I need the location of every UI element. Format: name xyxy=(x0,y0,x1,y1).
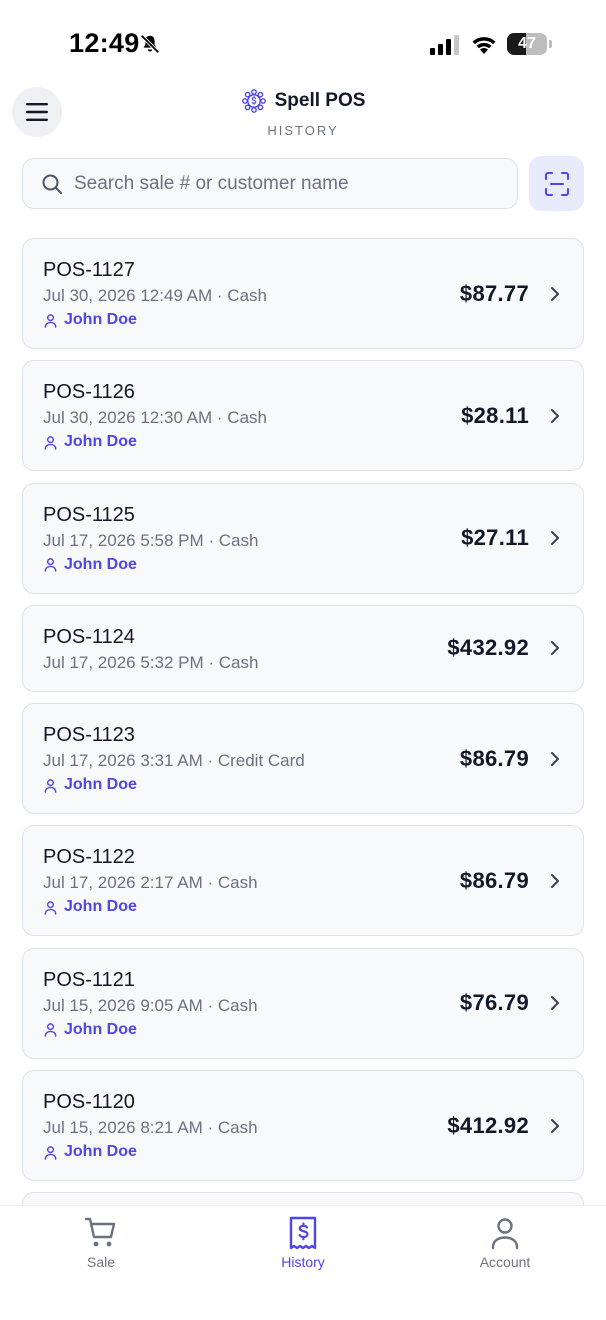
scan-button[interactable] xyxy=(529,156,584,211)
tab-account-label: Account xyxy=(479,1254,531,1270)
person-icon xyxy=(491,1218,519,1250)
tab-sale-label: Sale xyxy=(86,1254,116,1270)
chevron-right-icon xyxy=(551,996,559,1011)
sale-number: POS-1125 xyxy=(43,503,135,526)
status-bar: 12:49 47 xyxy=(0,0,606,80)
search-icon xyxy=(42,174,62,194)
battery-level: 47 xyxy=(518,35,536,52)
tab-sale[interactable]: Sale xyxy=(41,1216,161,1270)
sale-amount: $87.77 xyxy=(459,280,529,306)
sale-customer: John Doe xyxy=(43,1143,137,1161)
sale-number: POS-1121 xyxy=(43,968,135,991)
scan-icon xyxy=(544,171,569,196)
sale-number: POS-1124 xyxy=(43,625,135,648)
chevron-right-icon xyxy=(551,641,559,656)
sale-date-payment: Jul 30, 2026 12:30 AM · Cash xyxy=(43,408,267,428)
sale-card[interactable]: POS-1120 Jul 15, 2026 8:21 AM · Cash John … xyxy=(22,1070,584,1182)
search-bar[interactable] xyxy=(22,158,518,209)
sale-card[interactable]: POS-1121 Jul 15, 2026 9:05 AM · Cash John … xyxy=(22,947,584,1059)
wifi-icon xyxy=(472,37,496,54)
customer-name: John Doe xyxy=(64,1143,137,1161)
sale-amount: $76.79 xyxy=(459,990,529,1016)
sale-number: POS-1126 xyxy=(43,381,135,404)
cart-icon xyxy=(84,1217,116,1247)
sale-date-payment: Jul 15, 2026 8:21 AM · Cash xyxy=(43,1118,258,1138)
sale-card[interactable] xyxy=(22,1192,584,1206)
person-icon xyxy=(44,558,57,572)
receipt-icon xyxy=(289,1216,317,1250)
chevron-right-icon xyxy=(551,1118,559,1133)
sale-date-payment: Jul 17, 2026 5:58 PM · Cash xyxy=(43,530,259,550)
sale-amount: $412.92 xyxy=(447,1112,529,1138)
person-icon xyxy=(44,313,57,328)
sale-number: POS-1123 xyxy=(43,724,135,747)
sale-card[interactable]: POS-1122 Jul 17, 2026 2:17 AM · Cash John … xyxy=(22,825,584,937)
person-icon xyxy=(44,1023,57,1038)
sale-customer: John Doe xyxy=(43,556,137,574)
sale-amount: $432.92 xyxy=(447,635,529,661)
sale-amount: $86.79 xyxy=(459,867,529,893)
sale-date-payment: Jul 17, 2026 2:17 AM · Cash xyxy=(43,873,258,893)
app-brand: Spell POS HISTORY xyxy=(0,88,606,138)
sales-list[interactable]: POS-1127 Jul 30, 2026 12:49 AM · Cash John… xyxy=(22,238,584,1206)
tab-bar: Sale History Account xyxy=(0,1206,606,1320)
person-icon xyxy=(44,901,57,915)
sale-number: POS-1122 xyxy=(43,846,135,869)
sale-date-payment: Jul 17, 2026 5:32 PM · Cash xyxy=(43,652,259,672)
sale-card[interactable]: POS-1123 Jul 17, 2026 3:31 AM · Credit Ca… xyxy=(22,703,584,815)
sale-date-payment: Jul 17, 2026 3:31 AM · Credit Card xyxy=(43,751,305,771)
app-title: Spell POS xyxy=(274,90,366,111)
sale-amount: $27.11 xyxy=(461,525,529,551)
battery-icon: 47 xyxy=(507,33,552,55)
sale-date-payment: Jul 15, 2026 9:05 AM · Cash xyxy=(43,995,258,1015)
sale-customer: John Doe xyxy=(43,433,137,451)
sale-card[interactable]: POS-1127 Jul 30, 2026 12:49 AM · Cash John… xyxy=(22,238,584,349)
customer-name: John Doe xyxy=(64,898,137,916)
chevron-right-icon xyxy=(551,286,559,301)
sale-date-payment: Jul 30, 2026 12:49 AM · Cash xyxy=(43,286,267,305)
bell-slash-icon xyxy=(140,34,160,54)
sale-amount: $86.79 xyxy=(459,745,529,771)
cellular-signal-icon xyxy=(430,35,459,55)
person-icon xyxy=(44,1145,57,1160)
customer-name: John Doe xyxy=(64,1020,137,1038)
chevron-right-icon xyxy=(551,531,559,546)
person-icon xyxy=(44,778,57,793)
tab-history-label: History xyxy=(281,1254,325,1270)
sale-number: POS-1127 xyxy=(43,259,135,281)
sale-number: POS-1120 xyxy=(43,1091,135,1114)
chevron-right-icon xyxy=(551,408,559,423)
customer-name: John Doe xyxy=(64,555,137,573)
sale-amount: $28.11 xyxy=(461,402,529,428)
chevron-right-icon xyxy=(551,751,559,766)
sale-card[interactable]: POS-1124 Jul 17, 2026 5:32 PM · Cash $432.… xyxy=(22,604,584,692)
status-time: 12:49 xyxy=(69,28,140,58)
sale-customer: John Doe xyxy=(43,898,137,916)
customer-name: John Doe xyxy=(64,776,137,794)
sale-card[interactable]: POS-1126 Jul 30, 2026 12:30 AM · Cash John… xyxy=(22,360,584,472)
sale-customer: John Doe xyxy=(43,311,137,329)
tab-history[interactable]: History xyxy=(243,1216,363,1270)
tab-account[interactable]: Account xyxy=(445,1216,565,1270)
page-subtitle: HISTORY xyxy=(267,123,339,138)
sale-card[interactable]: POS-1125 Jul 17, 2026 5:58 PM · Cash John … xyxy=(22,482,584,594)
customer-name: John Doe xyxy=(64,311,137,328)
customer-name: John Doe xyxy=(64,433,137,451)
sale-customer: John Doe xyxy=(43,776,137,794)
spell-pos-logo-icon xyxy=(241,89,266,113)
search-input[interactable] xyxy=(74,172,494,195)
sale-customer: John Doe xyxy=(43,1021,137,1039)
chevron-right-icon xyxy=(551,873,559,888)
person-icon xyxy=(44,435,57,450)
